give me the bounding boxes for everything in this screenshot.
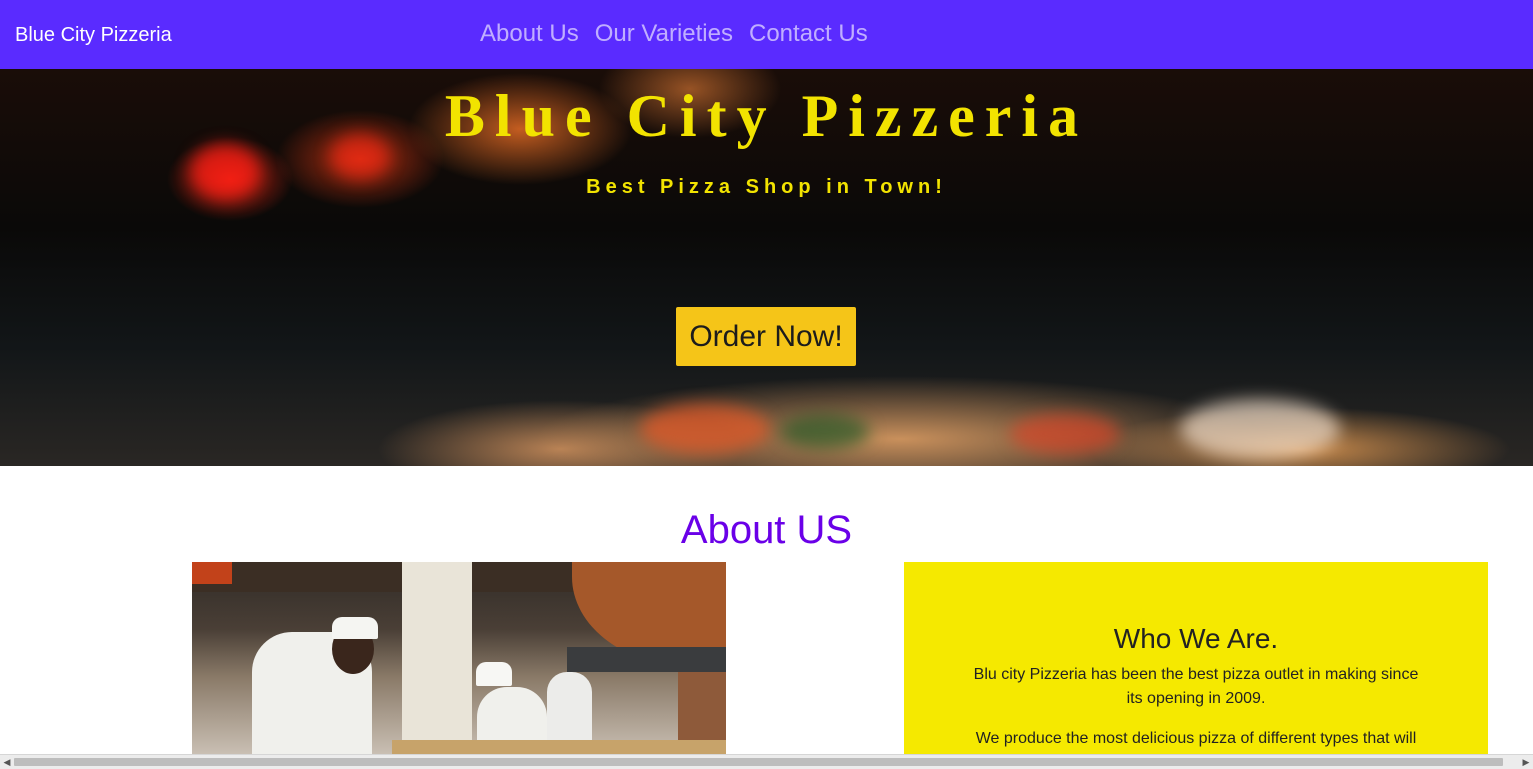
scrollbar-thumb[interactable]: [14, 758, 1503, 766]
who-we-are-paragraph-1: Blu city Pizzeria has been the best pizz…: [973, 666, 1419, 707]
photo-chef-2-hat: [476, 662, 512, 686]
nav-link-our-varieties[interactable]: Our Varieties: [595, 19, 733, 49]
who-we-are-title: Who We Are.: [1113, 623, 1279, 654]
photo-chef-1-hat: [332, 617, 378, 639]
order-now-button[interactable]: Order Now!: [676, 307, 856, 366]
arrow-right-icon[interactable]: ▶: [1519, 755, 1533, 769]
nav-link-about-us[interactable]: About Us: [480, 19, 579, 49]
hero-background-cheese: [1180, 399, 1340, 459]
hero-title: Blue City Pizzeria: [444, 83, 1089, 149]
hero-background-sauce: [1010, 414, 1120, 454]
about-heading: About US: [680, 508, 853, 552]
photo-counter: [392, 740, 726, 754]
hero-banner: Blue City Pizzeria Best Pizza Shop in To…: [0, 69, 1533, 466]
nav-links: About Us Our Varieties Contact Us: [480, 19, 868, 49]
hero-background-basil: [780, 414, 870, 449]
who-we-are-paragraph-2: We produce the most delicious pizza of d…: [975, 730, 1417, 747]
photo-wall-red: [192, 562, 232, 584]
chefs-photo: [192, 562, 726, 754]
arrow-left-icon[interactable]: ◀: [0, 755, 14, 769]
hero-subtitle: Best Pizza Shop in Town!: [586, 176, 947, 198]
who-we-are-card: Who We Are. Blu city Pizzeria has been t…: [904, 562, 1488, 754]
horizontal-scrollbar[interactable]: ◀ ▶: [0, 754, 1533, 769]
photo-pillar: [402, 562, 472, 754]
hero-background-pizza: [640, 404, 770, 454]
nav-link-contact-us[interactable]: Contact Us: [749, 19, 868, 49]
photo-oven-hood: [567, 647, 726, 672]
brand-link[interactable]: Blue City Pizzeria: [15, 24, 172, 46]
navbar: Blue City Pizzeria About Us Our Varietie…: [0, 0, 1533, 69]
